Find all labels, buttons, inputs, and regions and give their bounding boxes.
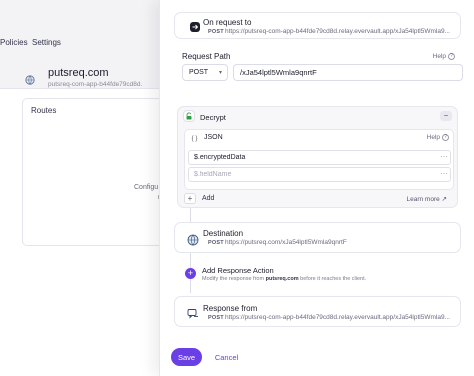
site-name: putsreq.com bbox=[48, 67, 109, 79]
arrow-right-icon bbox=[187, 19, 203, 35]
connector-line bbox=[190, 208, 191, 222]
response-from-card[interactable]: Response from POST https://putsreq-com-a… bbox=[174, 296, 461, 327]
collapse-button[interactable]: − bbox=[440, 111, 452, 121]
globe-icon bbox=[25, 72, 35, 85]
method-select[interactable]: POST ▾ bbox=[182, 64, 228, 81]
help-label: Help bbox=[426, 134, 440, 142]
nav-tab-settings[interactable]: Settings bbox=[32, 38, 61, 47]
destination-url: https://putsreq.com/xJa54lptl5Wmla9qnrtF bbox=[225, 239, 347, 246]
desc-suffix: before it reaches the client. bbox=[298, 276, 367, 282]
add-field-button[interactable]: + bbox=[184, 193, 196, 204]
save-button[interactable]: Save bbox=[171, 348, 202, 366]
trigger-title: On request to bbox=[203, 18, 252, 27]
desc-prefix: Modify the response from bbox=[202, 276, 266, 282]
more-icon[interactable]: ⋯ bbox=[437, 153, 451, 162]
add-field-label[interactable]: Add bbox=[202, 195, 214, 202]
request-path-help[interactable]: Help? bbox=[433, 53, 455, 60]
field-row: ⋯ bbox=[185, 167, 453, 186]
destination-title: Destination bbox=[203, 229, 244, 238]
request-path-label: Request Path bbox=[182, 52, 231, 61]
decrypt-step: Decrypt − { } JSON Help? ⋯ ⋯ + Add Learn… bbox=[177, 106, 458, 208]
response-from-title: Response from bbox=[203, 304, 258, 313]
nav-tab-policies[interactable]: Policies bbox=[0, 38, 28, 47]
response-from-method: POST bbox=[208, 315, 224, 321]
method-select-value: POST bbox=[189, 69, 209, 76]
trigger-method: POST bbox=[208, 29, 224, 35]
question-icon: ? bbox=[442, 134, 449, 141]
destination-card[interactable]: Destination POST https://putsreq.com/xJa… bbox=[174, 222, 461, 253]
chevron-down-icon: ▾ bbox=[218, 70, 222, 76]
question-icon: ? bbox=[448, 53, 455, 60]
routes-title: Routes bbox=[31, 106, 57, 115]
destination-method: POST bbox=[208, 240, 224, 246]
route-editor-panel: On request to POST https://putsreq-com-a… bbox=[159, 0, 474, 376]
plus-icon[interactable]: + bbox=[185, 268, 196, 279]
server-icon bbox=[185, 232, 201, 248]
decrypt-title: Decrypt bbox=[200, 113, 226, 122]
desc-host: putsreq.com bbox=[265, 276, 299, 282]
unlock-icon bbox=[183, 110, 195, 122]
routes-empty-text: Configu bbox=[134, 184, 159, 191]
response-from-url: https://putsreq-com-app-b44fde79cd8d.rel… bbox=[225, 314, 450, 321]
external-link-icon: ↗ bbox=[441, 196, 447, 203]
routes-card: Routes Configu r bbox=[22, 98, 172, 246]
add-response-action-title[interactable]: Add Response Action bbox=[202, 266, 274, 275]
help-label: Help bbox=[432, 53, 446, 61]
decrypt-help[interactable]: Help? bbox=[427, 134, 449, 141]
cancel-button[interactable]: Cancel bbox=[211, 348, 242, 366]
braces-icon: { } bbox=[189, 133, 200, 144]
decrypt-fields-card: { } JSON Help? ⋯ ⋯ bbox=[184, 129, 454, 190]
message-icon bbox=[185, 306, 201, 322]
trigger-url: https://putsreq-com-app-b44fde79cd8d.rel… bbox=[225, 28, 450, 35]
decrypt-format: JSON bbox=[204, 134, 223, 141]
field-path-input[interactable] bbox=[188, 150, 451, 165]
request-path-input[interactable] bbox=[233, 64, 463, 81]
more-icon[interactable]: ⋯ bbox=[437, 170, 451, 179]
learn-more-link[interactable]: Learn more ↗ bbox=[406, 195, 447, 203]
trigger-card[interactable]: On request to POST https://putsreq-com-a… bbox=[174, 12, 461, 39]
field-path-input-empty[interactable] bbox=[188, 167, 451, 182]
add-response-action-desc: Modify the response from putsreq.com bef… bbox=[202, 276, 366, 282]
learn-more-label: Learn more bbox=[406, 196, 440, 203]
site-url: putsreq-com-app-b44fde79cd8d. bbox=[48, 81, 143, 88]
